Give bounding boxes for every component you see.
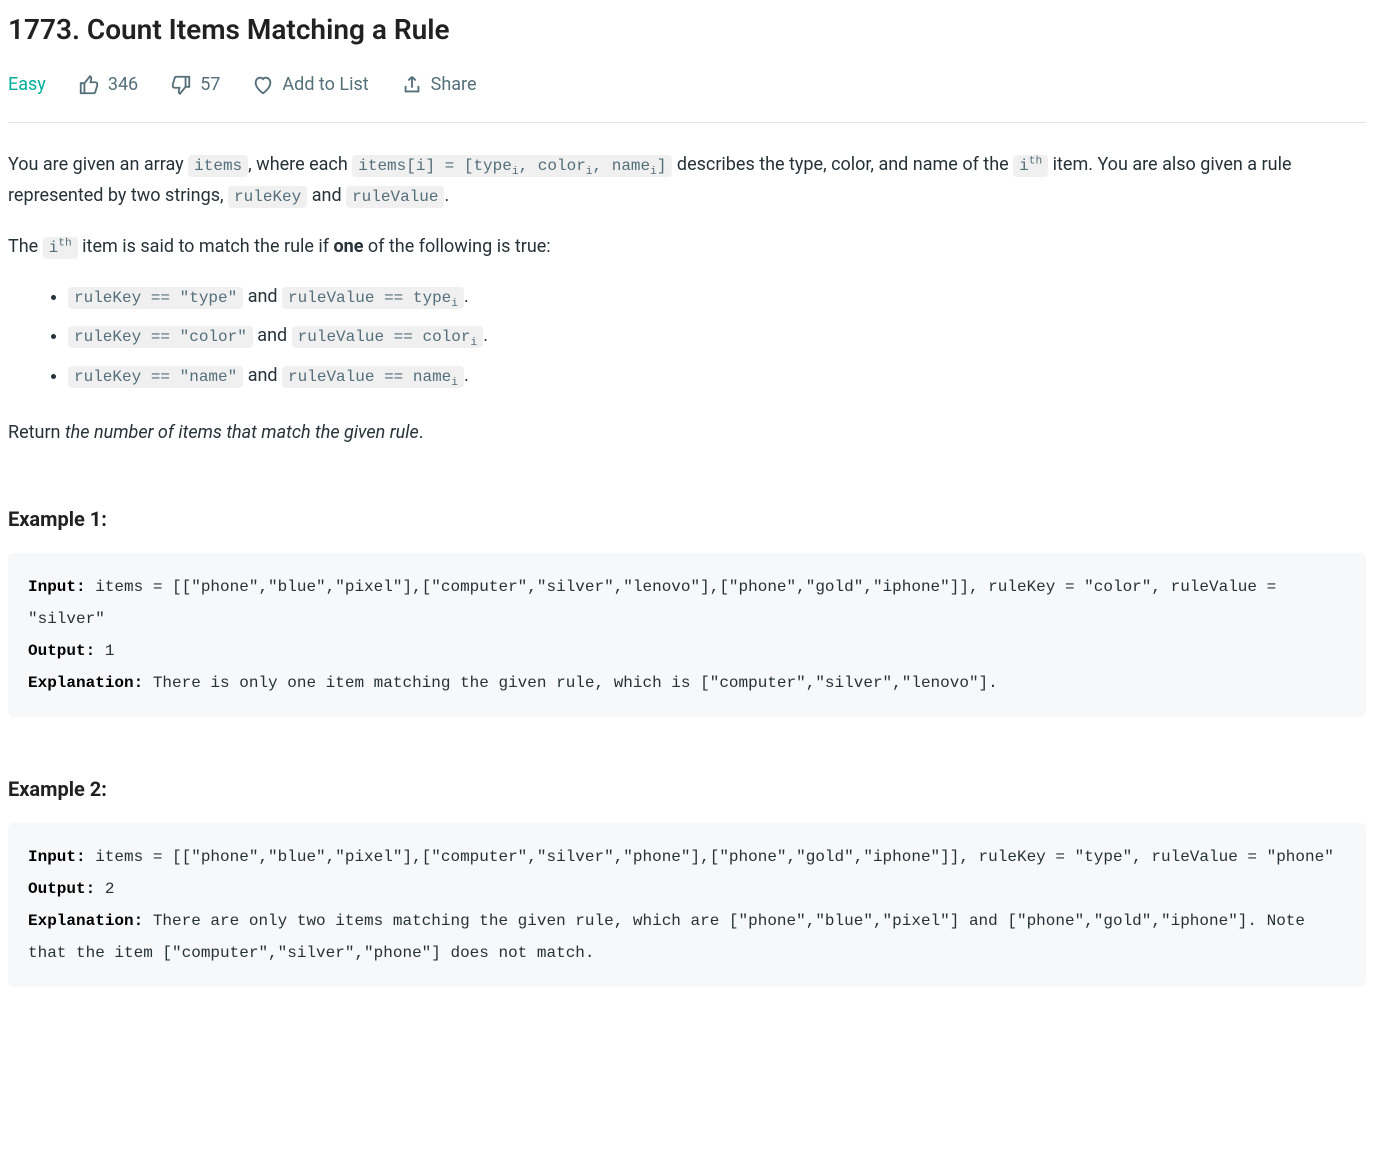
code-inline: ruleValue == namei [282, 366, 464, 388]
list-item: ruleKey == "name" and ruleValue == namei… [68, 362, 1366, 393]
text: and [243, 286, 282, 307]
example-explanation-label: Explanation: [28, 912, 143, 930]
code-inline: ruleKey == "color" [68, 326, 253, 348]
code-inline: ruleValue [346, 186, 444, 208]
text: You are given an array [8, 154, 188, 175]
text: , color [519, 157, 586, 175]
share-icon [401, 74, 423, 96]
text: i [1019, 157, 1029, 175]
text: and [253, 325, 292, 346]
example-output-label: Output: [28, 880, 95, 898]
code-inline: ith [43, 237, 78, 259]
example-output-label: Output: [28, 642, 95, 660]
text: . [419, 422, 424, 443]
thumbs-down-icon [170, 74, 192, 96]
example-heading: Example 2: [8, 773, 1366, 805]
thumbs-up-icon [78, 74, 100, 96]
example-block: Input: items = [["phone","blue","pixel"]… [8, 553, 1366, 717]
list-item: ruleKey == "type" and ruleValue == typei… [68, 283, 1366, 314]
example-heading: Example 1: [8, 503, 1366, 535]
share-label: Share [431, 71, 477, 100]
description-paragraph: Return the number of items that match th… [8, 419, 1366, 448]
dislike-button[interactable]: 57 [170, 71, 220, 100]
text: describes the type, color, and name of t… [672, 154, 1013, 175]
text: , name [593, 157, 651, 175]
share-button[interactable]: Share [401, 71, 477, 100]
example-explanation-text: There is only one item matching the give… [143, 674, 998, 692]
text: of the following is true: [363, 236, 550, 257]
subscript: i [451, 377, 458, 389]
text: ruleValue == name [288, 368, 451, 386]
subscript: i [470, 338, 477, 350]
problem-description: You are given an array items, where each… [8, 151, 1366, 988]
example-block: Input: items = [["phone","blue","pixel"]… [8, 823, 1366, 987]
code-inline: ith [1013, 155, 1048, 177]
example-output-text: 1 [95, 642, 114, 660]
problem-title: 1773. Count Items Matching a Rule [8, 8, 1366, 53]
example-input-label: Input: [28, 848, 86, 866]
text: and [307, 185, 346, 206]
like-count: 346 [108, 71, 138, 100]
heart-icon [252, 74, 274, 96]
example-explanation-text: There are only two items matching the gi… [28, 912, 1315, 962]
text: and [243, 365, 282, 386]
description-paragraph: You are given an array items, where each… [8, 151, 1366, 211]
superscript: th [1029, 155, 1042, 167]
code-inline: ruleKey == "type" [68, 287, 243, 309]
add-to-list-button[interactable]: Add to List [252, 71, 368, 100]
text: ruleValue == type [288, 289, 451, 307]
subscript: i [512, 166, 519, 178]
example-input-text: items = [["phone","blue","pixel"],["comp… [28, 578, 1286, 628]
example-input-text: items = [["phone","blue","pixel"],["comp… [86, 848, 1334, 866]
code-inline: items[i] = [typei, colori, namei] [352, 155, 672, 177]
text: The [8, 236, 43, 257]
text: . [444, 185, 449, 206]
meta-row: Easy 346 57 Add to List Share [8, 71, 1366, 123]
example-output-text: 2 [95, 880, 114, 898]
dislike-count: 57 [200, 71, 220, 100]
text: . [483, 325, 488, 346]
bold-text: one [333, 236, 363, 257]
like-button[interactable]: 346 [78, 71, 138, 100]
text: items[i] = [type [358, 157, 512, 175]
text: ruleValue == color [298, 328, 471, 346]
text: item is said to match the rule if [78, 236, 334, 257]
code-inline: ruleKey [228, 186, 307, 208]
subscript: i [451, 298, 458, 310]
text: . [464, 286, 469, 307]
text: i [49, 239, 59, 257]
difficulty-badge: Easy [8, 71, 46, 100]
superscript: th [58, 237, 71, 249]
example-input-label: Input: [28, 578, 86, 596]
subscript: i [586, 166, 593, 178]
add-to-list-label: Add to List [282, 71, 368, 100]
subscript: i [650, 166, 657, 178]
italic-text: the number of items that match the given… [65, 422, 419, 443]
text: , where each [248, 154, 352, 175]
list-item: ruleKey == "color" and ruleValue == colo… [68, 322, 1366, 353]
code-inline: ruleValue == typei [282, 287, 464, 309]
text: Return [8, 422, 65, 443]
description-paragraph: The ith item is said to match the rule i… [8, 233, 1366, 262]
code-inline: ruleValue == colori [292, 326, 484, 348]
example-explanation-label: Explanation: [28, 674, 143, 692]
code-inline: ruleKey == "name" [68, 366, 243, 388]
text: ] [657, 157, 667, 175]
rule-list: ruleKey == "type" and ruleValue == typei… [8, 283, 1366, 392]
text: . [464, 365, 469, 386]
code-inline: items [188, 155, 248, 177]
